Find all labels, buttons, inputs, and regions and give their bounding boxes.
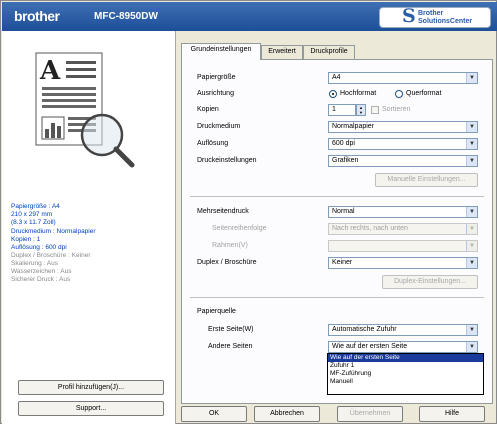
page-order-select[interactable]: Nach rechts, nach unten ▼ — [328, 223, 478, 235]
support-button[interactable]: Support... — [18, 401, 164, 416]
multipage-select[interactable]: Normal ▼ — [328, 206, 478, 218]
orientation-label: Ausrichtung — [197, 90, 234, 97]
header-bar: brother MFC-8950DW S Brother SolutionsCe… — [2, 2, 497, 31]
page-order-label: Seitenreihenfolge — [212, 225, 267, 232]
landscape-label: Querformat — [406, 90, 442, 97]
chevron-down-icon: ▼ — [466, 122, 477, 132]
copies-stepper[interactable]: ▲ ▼ — [356, 104, 366, 116]
border-label: Rahmen(V) — [212, 242, 248, 249]
first-page-label: Erste Seite(W) — [208, 326, 254, 333]
resolution-select[interactable]: 600 dpi ▼ — [328, 138, 478, 150]
sort-label: Sortieren — [382, 106, 411, 113]
divider — [190, 196, 484, 197]
resolution-label: Auflösung — [197, 140, 229, 147]
media-select[interactable]: Normalpapier ▼ — [328, 121, 478, 133]
dropdown-option[interactable]: Zufuhr 1 — [328, 362, 483, 370]
ok-button[interactable]: OK — [181, 406, 247, 422]
add-profile-button[interactable]: Profil hinzufügen(J)... — [18, 380, 164, 395]
multipage-label: Mehrseitendruck — [197, 208, 249, 215]
summary-line: Wasserzeichen : Aus — [11, 268, 72, 275]
cancel-button[interactable]: Abbrechen — [254, 406, 320, 422]
paper-source-label: Papierquelle — [197, 308, 236, 315]
chevron-down-icon: ▼ — [466, 342, 477, 352]
sort-checkbox[interactable] — [371, 106, 379, 114]
print-settings-select[interactable]: Grafiken ▼ — [328, 155, 478, 167]
summary-line: Duplex / Broschüre : Keiner — [11, 252, 91, 259]
chevron-down-icon: ▼ — [466, 224, 477, 234]
divider — [190, 297, 484, 298]
summary-line: Kopien : 1 — [11, 236, 41, 243]
paper-size-select[interactable]: A4 ▼ — [328, 72, 478, 84]
paper-size-label: Papiergröße — [197, 74, 236, 81]
summary-line: Auflösung : 600 dpi — [11, 244, 67, 251]
page-preview-icon: A — [35, 52, 135, 168]
duplex-label: Duplex / Broschüre — [197, 259, 257, 266]
dropdown-option[interactable]: Wie auf der ersten Seite — [328, 354, 483, 362]
help-button[interactable]: Hilfe — [419, 406, 485, 422]
summary-line: Skalierung : Aus — [11, 260, 58, 267]
border-select[interactable]: ▼ — [328, 240, 478, 252]
solutions-center-label-2: SolutionsCenter — [418, 18, 473, 25]
first-page-select[interactable]: Automatische Zufuhr ▼ — [328, 324, 478, 336]
dropdown-option[interactable]: Manuell — [328, 378, 483, 386]
solutions-center-icon: S — [402, 5, 416, 27]
tab-basic[interactable]: Grundeinstellungen — [181, 43, 261, 60]
chevron-down-icon: ▼ — [466, 207, 477, 217]
summary-line: (8.3 x 11.7 Zoll) — [11, 219, 56, 226]
landscape-radio[interactable] — [395, 90, 403, 98]
tab-advanced[interactable]: Erweitert — [261, 45, 303, 59]
chevron-down-icon: ▼ — [466, 258, 477, 268]
portrait-label: Hochformat — [340, 90, 377, 97]
other-pages-dropdown-list: Wie auf der ersten Seite Zufuhr 1 MF-Zuf… — [327, 353, 484, 395]
media-label: Druckmedium — [197, 123, 241, 130]
chevron-down-icon: ▼ — [466, 73, 477, 83]
chevron-down-icon: ▼ — [466, 325, 477, 335]
sidebar: A Papiergröße : A4 210 x 297 mm (8.3 x 1… — [2, 31, 176, 424]
solutions-center-button[interactable]: S Brother SolutionsCenter — [379, 5, 491, 28]
summary-line: 210 x 297 mm — [11, 211, 53, 218]
apply-button[interactable]: Übernehmen — [337, 406, 403, 422]
duplex-settings-button[interactable]: Duplex-Einstellungen... — [382, 275, 478, 289]
summary-line: Sicherer Druck : Aus — [11, 276, 71, 283]
summary-line: Papiergröße : A4 — [11, 203, 60, 210]
model-name: MFC-8950DW — [94, 11, 158, 22]
solutions-center-label-1: Brother — [418, 10, 444, 17]
copies-input[interactable]: 1 — [328, 104, 356, 116]
brand-logo: brother — [14, 8, 60, 24]
printer-properties-window: brother MFC-8950DW S Brother SolutionsCe… — [0, 0, 497, 424]
dropdown-option[interactable]: MF-Zuführung — [328, 370, 483, 378]
other-pages-label: Andere Seiten — [208, 343, 253, 350]
chevron-down-icon: ▼ — [466, 241, 477, 251]
copies-label: Kopien — [197, 106, 219, 113]
chevron-down-icon: ▼ — [466, 156, 477, 166]
print-settings-label: Druckeinstellungen — [197, 157, 257, 164]
manual-settings-button[interactable]: Manuelle Einstellungen... — [375, 173, 478, 187]
tab-print-profiles[interactable]: Druckprofile — [303, 45, 355, 59]
settings-summary: Papiergröße : A4 210 x 297 mm (8.3 x 11.… — [11, 203, 171, 284]
portrait-radio[interactable] — [329, 90, 337, 98]
svg-text:A: A — [39, 56, 61, 86]
summary-line: Druckmedium : Normalpapier — [11, 228, 96, 235]
duplex-select[interactable]: Keiner ▼ — [328, 257, 478, 269]
chevron-down-icon: ▼ — [466, 139, 477, 149]
other-pages-select[interactable]: Wie auf der ersten Seite ▼ — [328, 341, 478, 353]
